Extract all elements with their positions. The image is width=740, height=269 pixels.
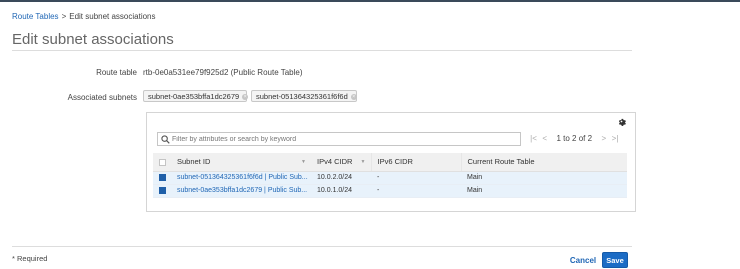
row-checkbox-cell[interactable] — [153, 171, 171, 185]
breadcrumb: Route Tables > Edit subnet associations — [12, 12, 156, 21]
table-row[interactable]: subnet-0ae353bffa1dc2679 | Public Sub...… — [153, 184, 627, 198]
prev-page-icon[interactable]: < — [540, 134, 549, 143]
select-all-checkbox[interactable] — [159, 158, 166, 166]
filter-input[interactable] — [172, 134, 512, 144]
footer-divider — [12, 246, 632, 247]
select-all-header[interactable] — [153, 153, 171, 172]
pagination-text: 1 to 2 of 2 — [556, 134, 593, 144]
required-note: * Required — [12, 254, 48, 263]
top-bar — [0, 0, 740, 2]
ipv6-cidr-header[interactable]: IPv6 CIDR — [370, 153, 461, 172]
subnet-id-cell: subnet-051364325361f6f6d | Public Sub... — [171, 171, 311, 185]
page-title: Edit subnet associations — [12, 31, 174, 48]
title-divider — [12, 50, 632, 51]
subnet-chip: subnet-0ae353bffa1dc2679 × — [143, 90, 249, 102]
sort-icon: ▼ — [301, 159, 306, 165]
ipv4-cell: 10.0.2.0/24 — [311, 171, 371, 185]
filter-box — [157, 132, 521, 146]
cancel-button[interactable]: Cancel — [566, 252, 600, 268]
subnet-id-header-label: Subnet ID — [177, 157, 211, 167]
associated-subnets-label: Associated subnets — [67, 93, 137, 102]
subnet-link[interactable]: subnet-0ae353bffa1dc2679 | Public Sub... — [177, 187, 307, 194]
table-header-row: Subnet ID ▼ IPv4 CIDR ▼ IPv6 CIDR Current … — [153, 153, 627, 172]
subnet-id-header[interactable]: Subnet ID ▼ — [171, 153, 311, 172]
search-icon — [161, 135, 170, 144]
subnet-link[interactable]: subnet-051364325361f6f6d | Public Sub... — [177, 174, 308, 181]
save-button[interactable]: Save — [602, 252, 628, 268]
remove-chip-icon[interactable]: × — [242, 94, 249, 101]
remove-chip-icon[interactable]: × — [350, 94, 357, 101]
last-page-icon[interactable]: >| — [611, 134, 620, 143]
route-table-label: Route table — [96, 68, 137, 77]
breadcrumb-route-tables-link[interactable]: Route Tables — [12, 12, 59, 21]
ipv4-cell: 10.0.1.0/24 — [311, 184, 371, 198]
table-row[interactable]: subnet-051364325361f6f6d | Public Sub...… — [153, 171, 627, 185]
route-table-value: rtb-0e0a531ee79f925d2 (Public Route Tabl… — [143, 68, 303, 77]
subnet-chip-label: subnet-051364325361f6f6d — [256, 92, 348, 101]
route-table-cell: Main — [461, 184, 627, 198]
next-page-icon[interactable]: > — [599, 134, 608, 143]
ipv6-cell: - — [371, 184, 461, 198]
ipv4-cidr-header[interactable]: IPv4 CIDR ▼ — [311, 153, 371, 172]
subnet-id-cell: subnet-0ae353bffa1dc2679 | Public Sub... — [171, 184, 311, 198]
row-checkbox-cell[interactable] — [153, 184, 171, 198]
subnet-selection-panel: |< < 1 to 2 of 2 > >| Subnet ID ▼ IPv4 CI… — [146, 112, 636, 212]
subnet-chip: subnet-051364325361f6f6d × — [251, 90, 357, 102]
route-table-cell: Main — [461, 171, 627, 185]
gear-icon[interactable] — [617, 117, 626, 126]
row-checkbox[interactable] — [159, 186, 166, 194]
first-page-icon[interactable]: |< — [529, 134, 538, 143]
ipv4-cidr-header-label: IPv4 CIDR — [317, 157, 353, 167]
route-table-header-label: Current Route Table — [467, 157, 535, 167]
ipv6-cell: - — [371, 171, 461, 185]
row-checkbox[interactable] — [159, 173, 166, 181]
subnet-chip-label: subnet-0ae353bffa1dc2679 — [148, 92, 240, 101]
sort-icon: ▼ — [360, 159, 366, 165]
pagination: |< < 1 to 2 of 2 > >| — [529, 134, 620, 144]
subnets-table: Subnet ID ▼ IPv4 CIDR ▼ IPv6 CIDR Current … — [153, 153, 627, 198]
ipv6-cidr-header-label: IPv6 CIDR — [377, 157, 413, 167]
breadcrumb-separator: > — [61, 12, 67, 21]
route-table-header[interactable]: Current Route Table — [460, 153, 627, 172]
breadcrumb-current: Edit subnet associations — [69, 12, 156, 21]
